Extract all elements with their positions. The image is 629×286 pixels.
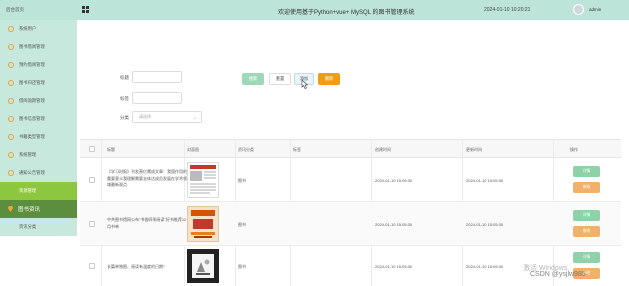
- system-title: 欢迎使用基于Python+vue+ MySQL 的图书管理系统: [278, 10, 415, 16]
- table-row: 中共图书馆网公布"书香四季阅读"好书推荐12月书单 图书 2024-01-10 …: [80, 202, 621, 246]
- row-created: 2024-01-10 15:05:30: [375, 178, 413, 183]
- table-header: 标题 封面图 资讯分类 标签 创建时间 更新时间 操作: [80, 139, 621, 158]
- table-row: 《学习时报》刊发萧亿鹰成文章：我国作用的重要意义我理解需要去体达成员发展在学术领…: [80, 158, 621, 202]
- edit-button[interactable]: 修改: [573, 226, 600, 237]
- row-title: 长篇单独图、阅读有温度的日期！: [107, 264, 167, 269]
- category-filter-label: 分类: [120, 115, 129, 120]
- row-created: 2024-01-10 15:05:30: [375, 264, 413, 269]
- sidebar-item-overdue[interactable]: 借阅逾期管理: [0, 92, 77, 110]
- header-created[interactable]: 创建时间: [375, 140, 391, 159]
- circle-icon: [8, 80, 14, 86]
- category-select[interactable]: 请选择 ⌄: [132, 111, 202, 123]
- row-checkbox[interactable]: [89, 263, 95, 269]
- detail-button[interactable]: 详情: [573, 252, 600, 263]
- sidebar-item-book-info[interactable]: 图书信息管理: [0, 110, 77, 128]
- cover-image-newspaper: [187, 162, 219, 198]
- sidebar-item-book-news[interactable]: 图书资讯: [0, 200, 77, 218]
- top-bar: 后台首页 欢迎使用基于Python+vue+ MySQL 的图书管理系统 202…: [0, 0, 629, 20]
- current-datetime: 2024-01-10 10:20:21: [484, 7, 531, 13]
- select-all-checkbox[interactable]: [89, 146, 95, 152]
- row-updated: 2024-01-10 15:05:30: [466, 264, 504, 269]
- sidebar-item-borrow[interactable]: 图书借阅管理: [0, 38, 77, 56]
- header-tags: 标签: [293, 147, 301, 152]
- row-checkbox[interactable]: [89, 221, 95, 227]
- cover-image-poster: [187, 206, 219, 242]
- tags-filter-label: 标签: [120, 96, 129, 101]
- mouse-cursor-icon: [301, 79, 309, 89]
- detail-button[interactable]: 详情: [573, 210, 600, 221]
- poster-icon: [188, 207, 218, 241]
- circle-icon: [8, 116, 14, 122]
- edit-button[interactable]: 修改: [573, 182, 600, 193]
- menu-grid-icon[interactable]: [82, 6, 89, 13]
- circle-icon: [8, 62, 14, 68]
- sidebar: 系统用户 图书借阅管理 预约借阅管理 图书归还管理 借阅逾期管理 图书信息管理 …: [0, 20, 77, 236]
- sidebar-item-users[interactable]: 系统用户: [0, 20, 77, 38]
- sidebar-item-news-category[interactable]: 资讯分类: [0, 218, 77, 236]
- location-pin-icon: [8, 206, 13, 212]
- chevron-down-icon: ⌄: [192, 115, 197, 121]
- row-updated: 2024-01-10 15:05:30: [466, 178, 504, 183]
- circle-icon: [8, 98, 14, 104]
- reset-button[interactable]: 重置: [269, 73, 291, 85]
- sidebar-item-system[interactable]: 系统管理: [0, 146, 77, 164]
- header-actions: 操作: [570, 147, 578, 152]
- search-button[interactable]: 搜索: [242, 73, 264, 85]
- framed-picture-icon: [192, 254, 214, 278]
- row-category: 图书: [238, 222, 246, 227]
- sidebar-item-resource[interactable]: 资源管理: [0, 182, 77, 200]
- circle-icon: [8, 26, 14, 32]
- title-filter-input[interactable]: [132, 71, 182, 83]
- row-checkbox[interactable]: [89, 177, 95, 183]
- header-title[interactable]: 标题: [107, 140, 115, 159]
- row-category: 图书: [238, 264, 246, 269]
- row-created: 2024-01-10 15:05:30: [375, 222, 413, 227]
- sidebar-item-return[interactable]: 图书归还管理: [0, 74, 77, 92]
- row-category: 图书: [238, 178, 246, 183]
- sidebar-item-book-type[interactable]: 书籍类型管理: [0, 128, 77, 146]
- newspaper-icon: [190, 165, 216, 194]
- category-placeholder: 请选择: [139, 114, 151, 119]
- avatar[interactable]: [573, 4, 584, 15]
- row-title: 《学习时报》刊发萧亿鹰成文章：我国作用的重要意义我理解需要去体达成员发展在学术领…: [107, 169, 187, 187]
- detail-button[interactable]: 详情: [573, 166, 600, 177]
- username[interactable]: admin: [589, 7, 601, 12]
- header-category[interactable]: 资讯分类: [238, 140, 254, 159]
- header-updated[interactable]: 更新时间: [466, 140, 482, 159]
- delete-button[interactable]: 删除: [318, 73, 340, 85]
- title-filter-label: 标题: [120, 75, 129, 80]
- sidebar-item-reservation[interactable]: 预约借阅管理: [0, 56, 77, 74]
- home-link[interactable]: 后台首页: [6, 7, 24, 13]
- sidebar-item-notice[interactable]: 通知公告管理: [0, 164, 77, 182]
- csdn-watermark: CSDN @ysjlw985: [530, 271, 586, 278]
- row-updated: 2024-01-10 15:05:30: [466, 222, 504, 227]
- cover-image-frame: [187, 249, 219, 283]
- tags-filter-input[interactable]: [132, 92, 182, 104]
- circle-icon: [8, 152, 14, 158]
- header-cover: 封面图: [187, 147, 199, 152]
- row-title: 中共图书馆网公布"书香四季阅读"好书推荐12月书单: [107, 217, 187, 229]
- circle-icon: [8, 44, 14, 50]
- circle-icon: [8, 134, 14, 140]
- circle-icon: [8, 170, 14, 176]
